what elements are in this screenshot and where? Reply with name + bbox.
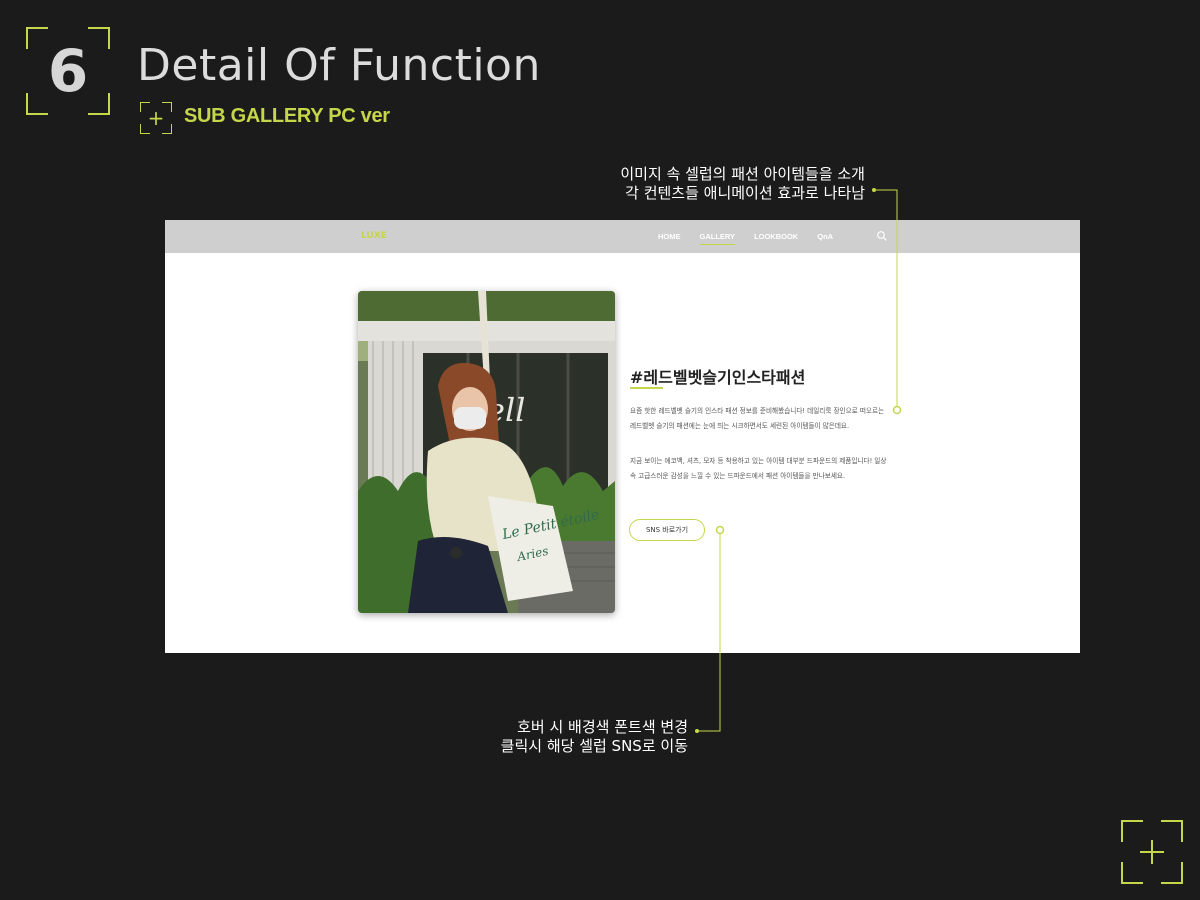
site-logo[interactable]: LUXE [361,231,387,241]
content-paragraph-1: 요즘 핫한 레드벨벳 슬기의 인스타 패션 정보를 준비해봤습니다! 데일리룩 … [630,407,885,430]
nav-item-home[interactable]: HOME [658,232,681,241]
annotation-bottom-line1: 호버 시 배경색 폰트색 변경 [517,718,688,736]
plus-icon: + [140,102,172,134]
annotation-top: 이미지 속 셀럽의 패션 아이템들을 소개 각 컨텐츠들 애니메이션 효과로 나… [620,165,865,203]
nav-item-qna[interactable]: QnA [817,232,833,241]
annotation-top-line2: 각 컨텐츠들 애니메이션 효과로 나타남 [625,184,865,202]
sns-button[interactable]: SNS 바로가기 [629,519,705,541]
nav-item-gallery[interactable]: GALLERY [699,232,735,245]
site-preview: LUXE HOME GALLERY LOOKBOOK QnA ell Le Pe… [165,220,1080,653]
page-title: Detail Of Function [137,40,541,91]
celebrity-photo: ell Le Petit étoile Aries [358,291,615,613]
annotation-top-line1: 이미지 속 셀럽의 패션 아이템들을 소개 [620,165,865,183]
section-number: 6 [47,37,89,105]
content-paragraph-2: 지금 보이는 에코백, 셔츠, 모자 등 착용하고 있는 아이템 대부분 드파운… [630,457,887,480]
title-underline [630,387,663,389]
annotation-bottom: 호버 시 배경색 폰트색 변경 클릭시 해당 셀럽 SNS로 이동 [501,718,688,756]
page-subtitle: SUB GALLERY PC ver [184,105,390,127]
nav-item-lookbook[interactable]: LOOKBOOK [754,232,798,241]
site-nav-menu: HOME GALLERY LOOKBOOK QnA [658,232,852,245]
search-icon[interactable] [876,230,888,242]
section-number-box: 6 [26,27,110,115]
content-title: #레드벨벳슬기인스타패션 [630,368,806,387]
annotation-bottom-line2: 클릭시 해당 셀럽 SNS로 이동 [500,737,688,755]
site-nav-bar: LUXE HOME GALLERY LOOKBOOK QnA [165,220,1080,253]
plus-icon [1121,820,1183,884]
